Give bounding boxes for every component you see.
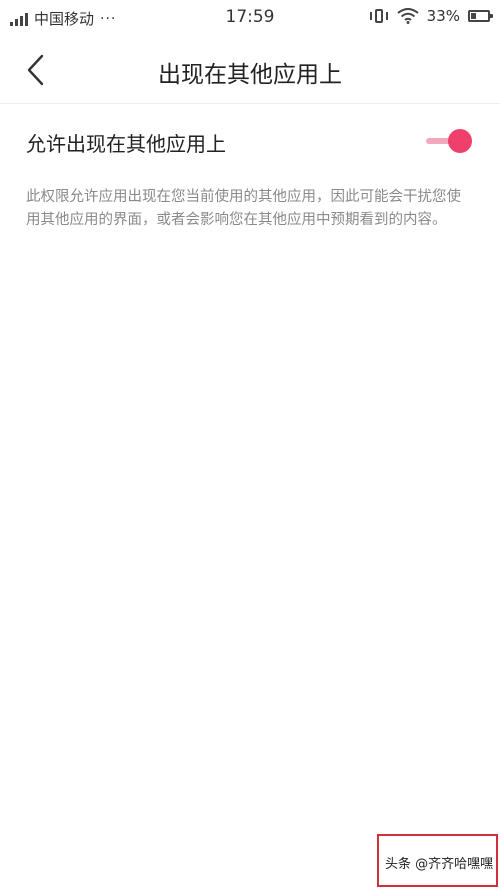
app-header: 出现在其他应用上 — [0, 36, 500, 104]
battery-icon — [468, 10, 493, 22]
permission-description: 此权限允许应用出现在您当前使用的其他应用，因此可能会干扰您使用其他应用的界面，或… — [26, 189, 461, 228]
watermark: 头条 @齐齐哈嘿嘿 — [377, 834, 498, 887]
vibrate-icon — [369, 8, 389, 24]
allow-overlay-toggle[interactable] — [426, 126, 476, 156]
watermark-text: 头条 @齐齐哈嘿嘿 — [385, 857, 494, 872]
toggle-thumb — [448, 129, 472, 153]
allow-overlay-setting-row[interactable]: 允许出现在其他应用上 — [0, 104, 500, 176]
screen: 中国移动 ··· 17:59 33% 出现在其他应用上 允许出现在其他应用上 此… — [0, 0, 500, 889]
setting-label: 允许出现在其他应用上 — [26, 132, 226, 156]
page-title: 出现在其他应用上 — [158, 62, 342, 88]
status-right: 33% — [369, 7, 493, 25]
wifi-icon — [397, 8, 419, 24]
battery-percent: 33% — [426, 7, 460, 25]
status-bar: 中国移动 ··· 17:59 33% — [0, 0, 500, 36]
